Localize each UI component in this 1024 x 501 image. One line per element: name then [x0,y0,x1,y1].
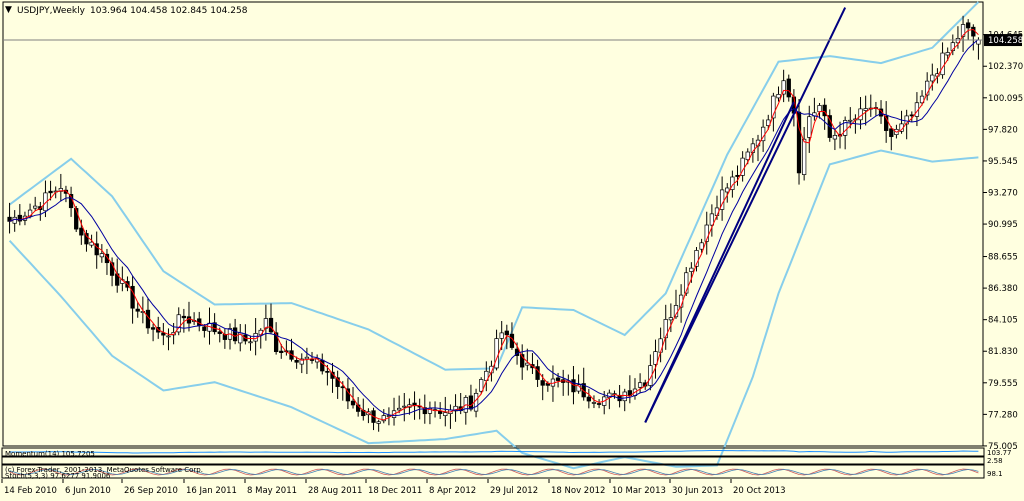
x-tick-label: 18 Dec 2011 [368,486,422,496]
y-tick-label: 77.280 [988,410,1018,420]
y-tick-label: 84.105 [988,316,1018,326]
x-tick-label: 20 Oct 2013 [733,486,786,496]
y-tick-label: 97.820 [988,125,1018,135]
ohlc-label: 103.964 104.458 102.845 104.258 [90,6,248,16]
third-panel-right-label: 2.58 [987,457,1003,465]
current-price-label: 104.258 [988,36,1023,46]
x-tick-label: 10 Mar 2013 [612,486,666,496]
momentum-right-label: 103.77 [987,449,1012,457]
x-tick-label: 8 May 2011 [247,486,297,496]
candlestick-chart: 104.645102.370100.09597.82095.54593.2709… [0,0,1024,497]
symbol-label: USDJPY,Weekly [17,6,86,16]
x-tick-label: 16 Jan 2011 [186,486,237,496]
x-tick-label: 18 Nov 2012 [551,486,605,496]
x-tick-label: 30 Jun 2013 [672,486,723,496]
y-tick-label: 95.545 [988,157,1018,167]
y-tick-label: 102.370 [988,62,1023,72]
y-tick-label: 100.095 [988,94,1023,104]
x-tick-label: 14 Feb 2010 [4,486,57,496]
stochastic-right-label: 98.1 [987,470,1003,478]
x-tick-label: 26 Sep 2010 [124,486,178,496]
x-tick-label: 8 Apr 2012 [429,486,476,496]
y-tick-label: 86.380 [988,284,1018,294]
header-label-group: ▼ USDJPY,Weekly 103.964 104.458 102.845 … [5,5,248,16]
stochastic-label: Stoch(5,3,3) 97.6277 91.9006 [5,472,111,480]
x-tick-label: 28 Aug 2011 [308,486,362,496]
chart-window: 104.645102.370100.09597.82095.54593.2709… [0,0,1024,497]
y-tick-label: 93.270 [988,189,1018,199]
x-tick-label: 29 Jul 2012 [490,486,538,496]
y-tick-label: 88.655 [988,253,1018,263]
chart-background [0,0,1024,497]
y-tick-label: 81.830 [988,347,1018,357]
x-tick-label: 6 Jun 2010 [65,486,111,496]
dropdown-arrow-icon[interactable]: ▼ [5,5,12,15]
y-tick-label: 90.995 [988,220,1018,230]
y-tick-label: 79.555 [988,379,1018,389]
